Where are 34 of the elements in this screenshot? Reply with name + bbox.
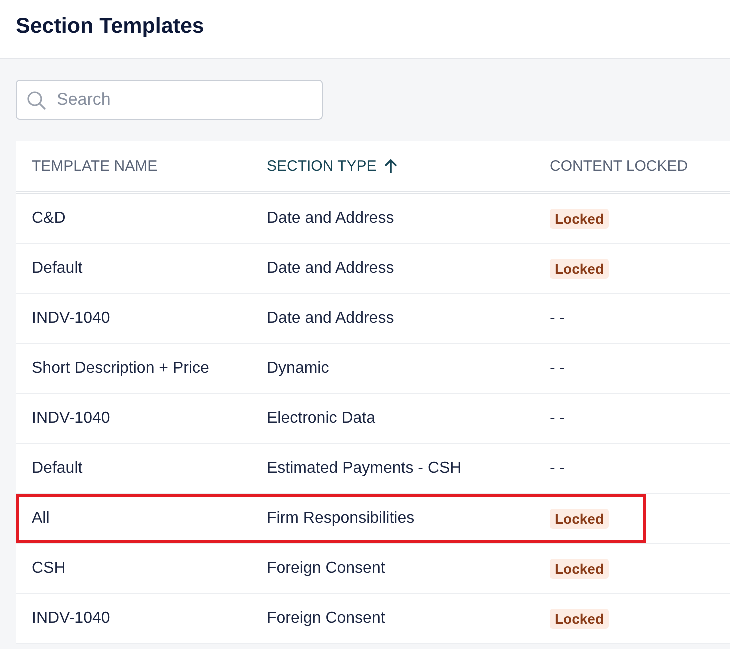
arrow-up-icon <box>384 159 398 173</box>
column-header[interactable]: CONTENT LOCKED <box>550 158 688 174</box>
search-icon <box>27 91 46 110</box>
table-cell: - - <box>550 360 566 378</box>
table-cell: Default <box>32 460 83 478</box>
table-cell: Estimated Payments - CSH <box>267 460 462 478</box>
locked-badge: Locked <box>550 558 610 578</box>
table-cell: Foreign Consent <box>267 610 386 628</box>
table-cell: - - <box>550 410 566 428</box>
page-title: Section Templates <box>16 14 204 38</box>
table-cell: INDV-1040 <box>32 310 110 328</box>
table-cell: C&D <box>32 210 66 228</box>
locked-badge: Locked <box>550 258 610 278</box>
table-cell: Default <box>32 260 83 278</box>
table-cell: All <box>32 510 50 528</box>
table-cell: - - <box>550 460 566 478</box>
table-cell: Date and Address <box>267 260 394 278</box>
column-header[interactable]: SECTION TYPE <box>267 158 398 174</box>
table-cell: Electronic Data <box>267 410 376 428</box>
table-cell: INDV-1040 <box>32 410 110 428</box>
table-cell: Date and Address <box>267 210 394 228</box>
locked-badge: Locked <box>550 608 610 628</box>
locked-badge: Locked <box>550 208 610 228</box>
table-cell: Firm Responsibilities <box>267 510 415 528</box>
table-cell: Dynamic <box>267 360 330 378</box>
table-cell: - - <box>550 310 566 328</box>
table-cell: Short Description + Price <box>32 360 210 378</box>
column-header[interactable]: TEMPLATE NAME <box>32 158 158 174</box>
table-cell: Foreign Consent <box>267 560 386 578</box>
table-cell: INDV-1040 <box>32 610 110 628</box>
table-cell: Date and Address <box>267 310 394 328</box>
search-field[interactable]: Search <box>16 80 323 120</box>
locked-badge: Locked <box>550 508 610 528</box>
table-cell: CSH <box>32 560 66 578</box>
